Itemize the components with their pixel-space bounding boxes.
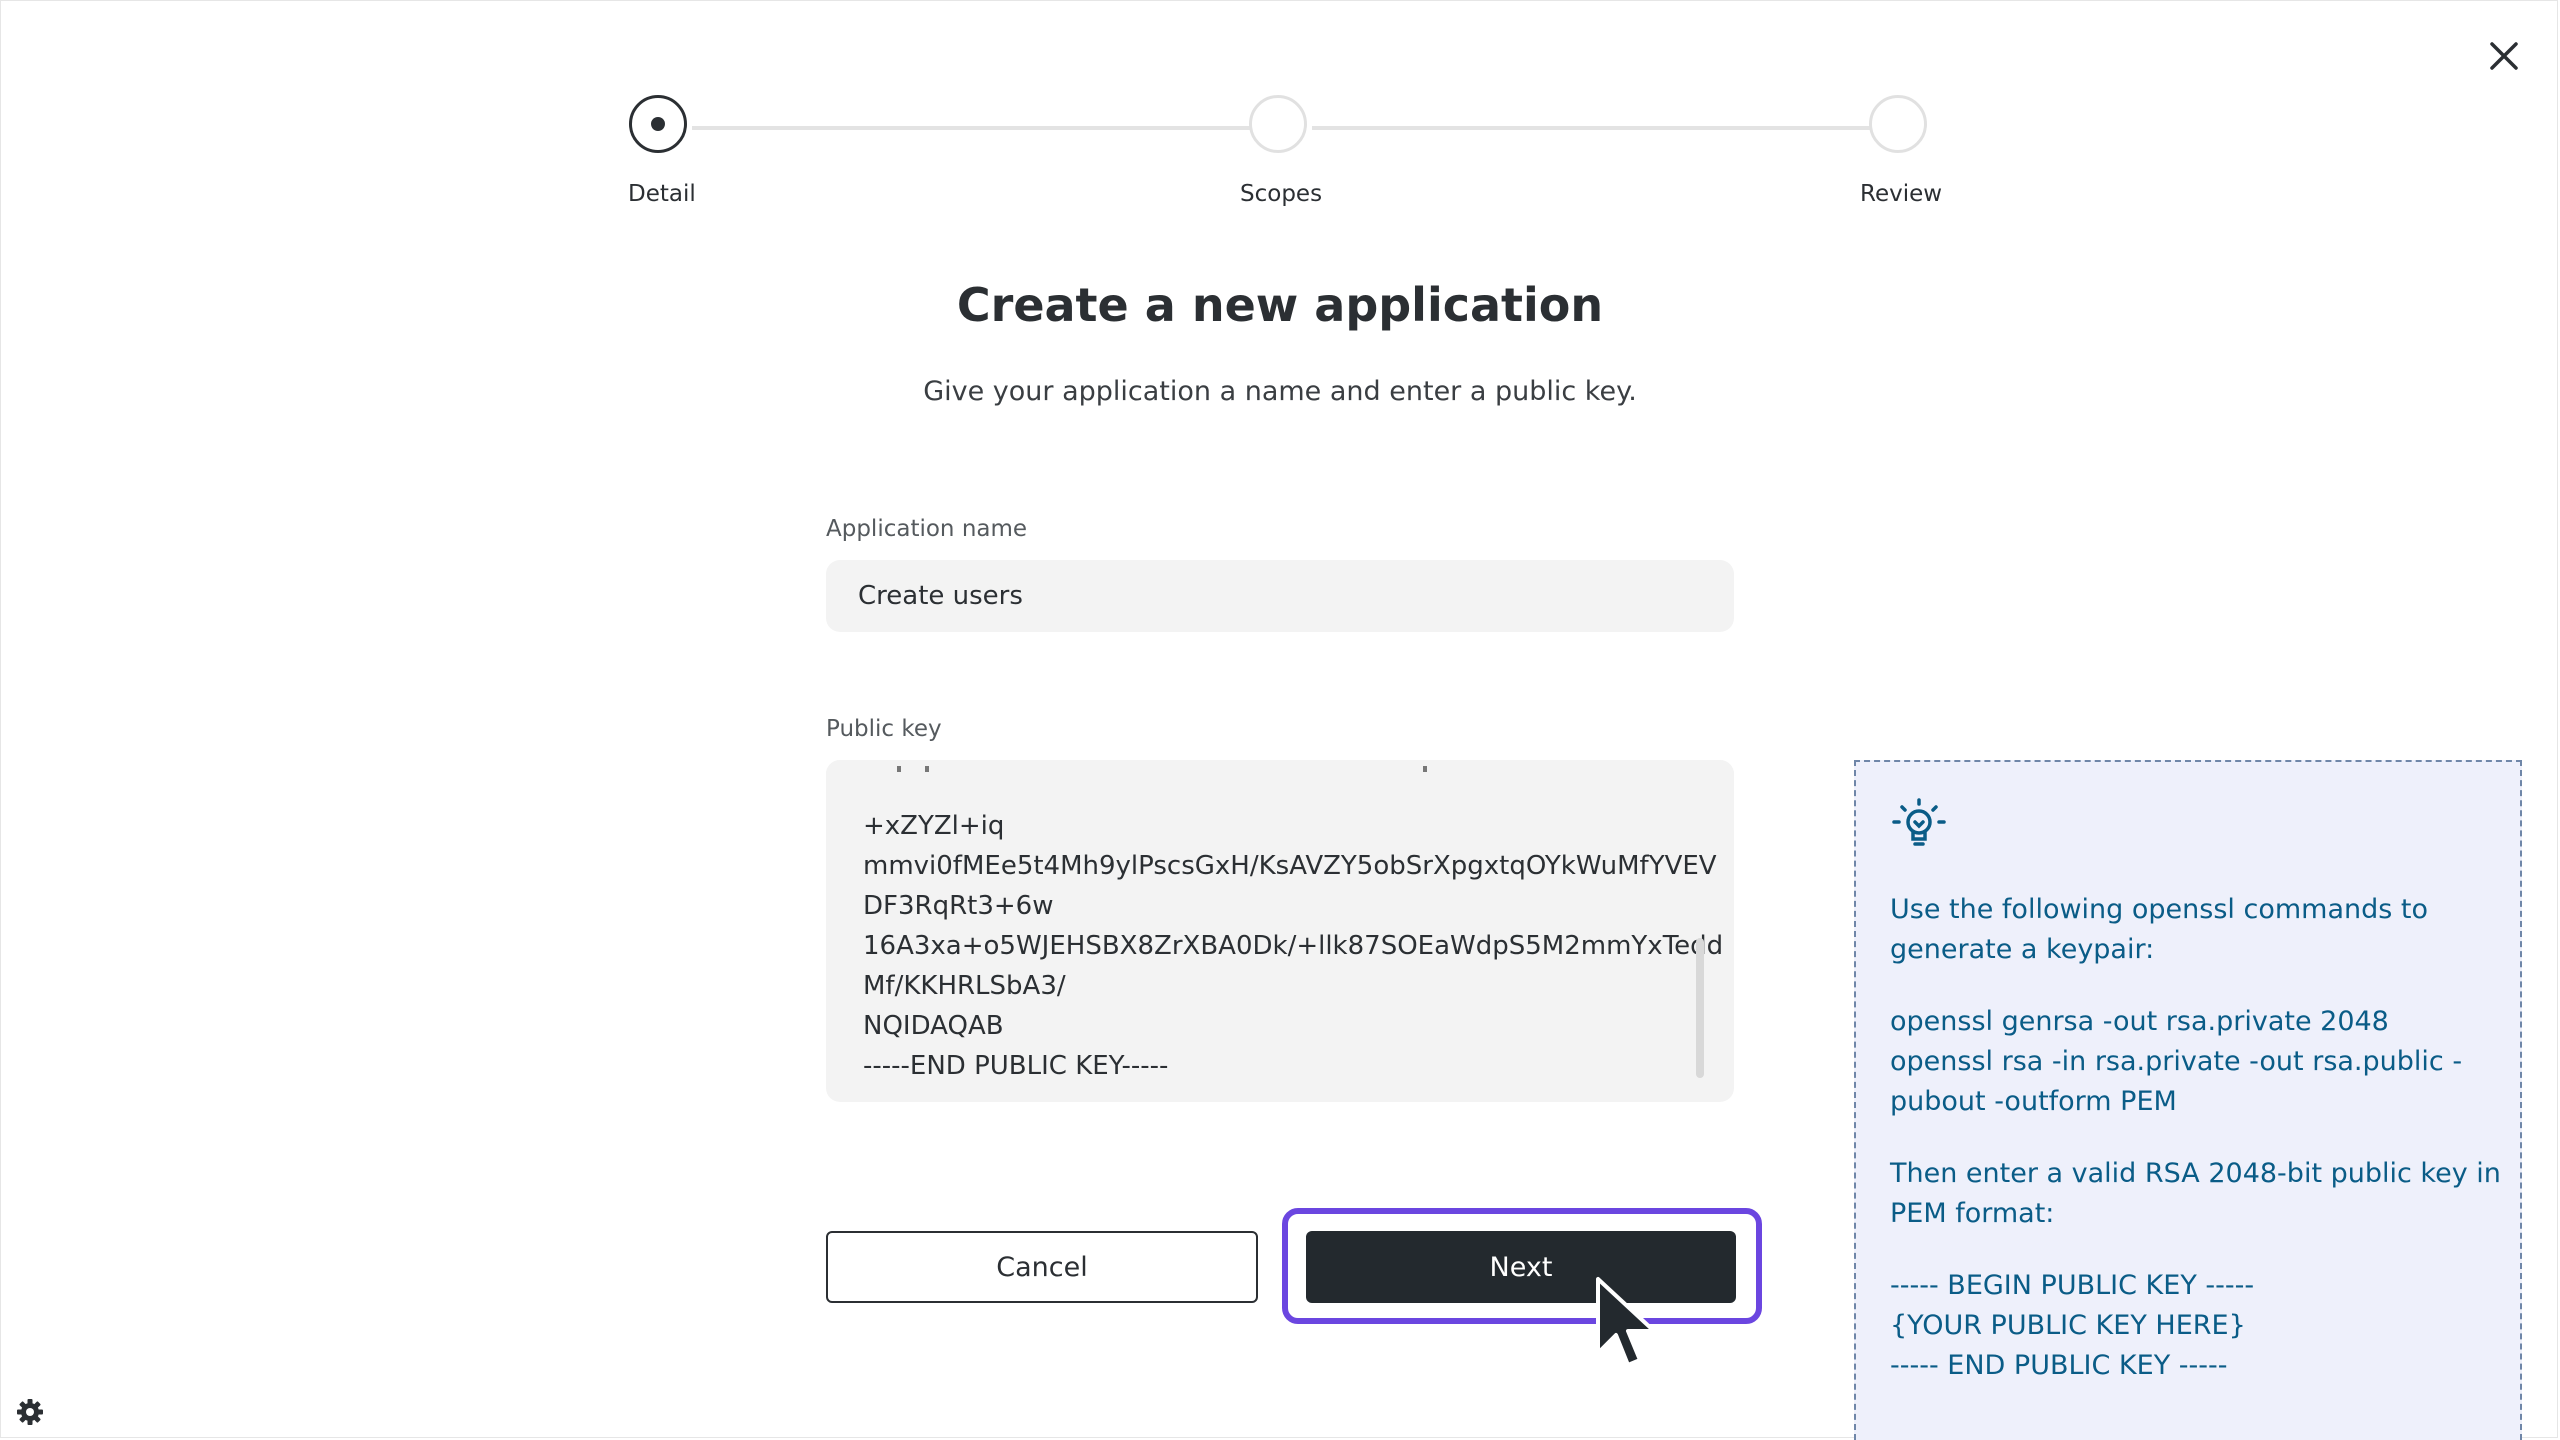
step-indicator — [1869, 95, 1927, 153]
step-label: Scopes — [1240, 181, 1323, 207]
step-label: Detail — [628, 181, 696, 207]
key-line: Mf/KKHRLSbA3/ — [863, 971, 1066, 1001]
scrollbar-thumb[interactable] — [1696, 938, 1704, 1078]
lightbulb-icon — [1892, 798, 1946, 846]
key-line: mmvi0fMEe5t4Mh9ylPscsGxH/KsAVZY5obSrXpgx… — [863, 851, 1717, 881]
app-name-input[interactable] — [826, 560, 1734, 632]
step-label: Review — [1860, 181, 1943, 207]
key-line: DF3RqRt3+6w — [863, 891, 1054, 921]
tip-instruction: Then enter a valid RSA 2048-bit public k… — [1890, 1158, 2501, 1229]
page-subtitle: Give your application a name and enter a… — [923, 376, 1637, 407]
app-name-label: Application name — [826, 516, 1028, 542]
gear-icon[interactable] — [14, 1396, 46, 1428]
stepper-connector — [1312, 126, 1896, 130]
cancel-button[interactable]: Cancel — [826, 1231, 1258, 1303]
stepper-connector — [692, 126, 1276, 130]
stepper: Detail Scopes Review — [628, 95, 1942, 225]
key-line: +xZYZl+iq — [863, 811, 1005, 841]
close-icon — [2490, 42, 2518, 70]
clipped-text-fragments — [863, 760, 1683, 780]
step-indicator — [1249, 95, 1307, 153]
keypair-tip-panel: Use the following openssl commands to ge… — [1854, 760, 2522, 1440]
key-line: 16A3xa+o5WJEHSBX8ZrXBA0Dk/+llk87SOEaWdpS… — [863, 931, 1724, 961]
public-key-content: +xZYZl+iq mmvi0fMEe5t4Mh9ylPscsGxH/KsAVZY… — [863, 806, 1724, 1086]
next-button[interactable]: Next — [1306, 1231, 1736, 1303]
page-title: Create a new application — [956, 278, 1604, 332]
mouse-pointer-icon — [1596, 1277, 1656, 1367]
tip-commands: openssl genrsa -out rsa.private 2048 ope… — [1890, 1006, 2463, 1117]
step-dot — [651, 117, 665, 131]
key-line: NQIDAQAB — [863, 1011, 1004, 1041]
tip-template: ----- BEGIN PUBLIC KEY ----- {YOUR PUBLI… — [1890, 1270, 2255, 1381]
close-button[interactable] — [2484, 36, 2524, 76]
public-key-textarea[interactable]: +xZYZl+iq mmvi0fMEe5t4Mh9ylPscsGxH/KsAVZY… — [826, 760, 1734, 1102]
tip-intro: Use the following openssl commands to ge… — [1890, 894, 2428, 965]
public-key-label: Public key — [826, 716, 942, 742]
key-line: -----END PUBLIC KEY----- — [863, 1051, 1169, 1081]
step-indicator-active — [629, 95, 687, 153]
